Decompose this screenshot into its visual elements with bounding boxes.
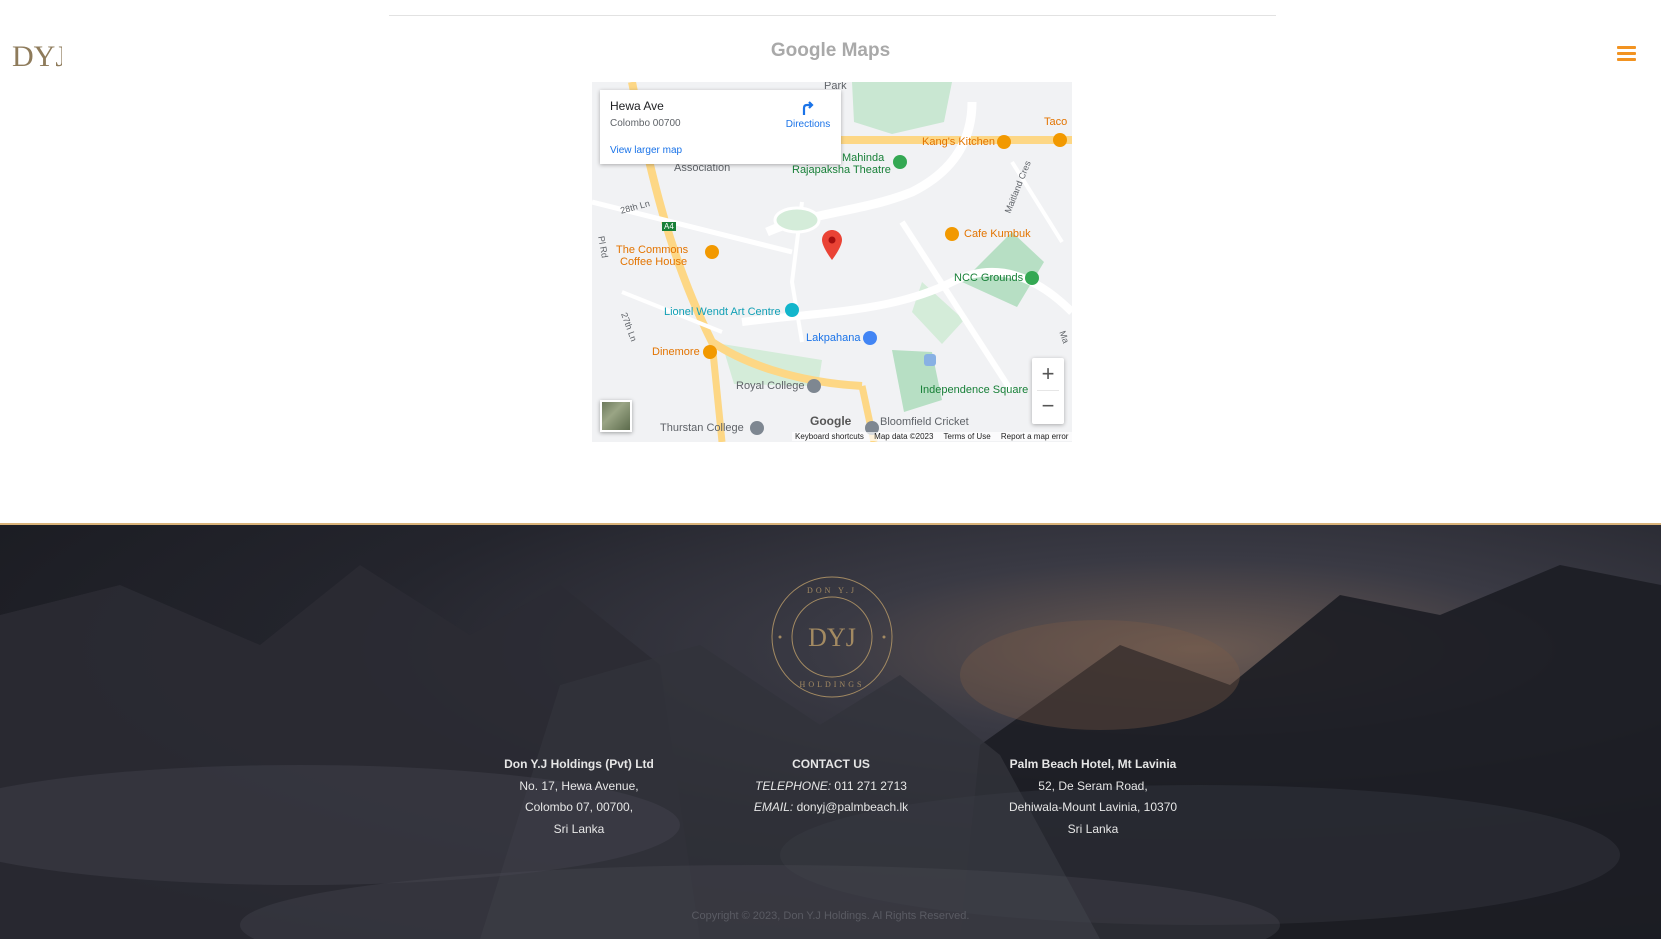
map-label-coffee-house: Coffee House [620, 256, 688, 268]
section-title: Google Maps [770, 40, 891, 61]
map-label-taco: Taco [1044, 116, 1068, 128]
company-name: Don Y.J Holdings (Pvt) Ltd [504, 757, 654, 771]
google-map[interactable]: Park Kang's Kitchen Taco Mahinda Rajapak… [592, 82, 1072, 442]
place-name: Hewa Ave [610, 99, 664, 113]
directions-icon [802, 101, 814, 115]
map-label-cafe-kumbuk: Cafe Kumbuk [964, 228, 1031, 240]
telephone-link[interactable]: 011 271 2713 [834, 779, 907, 793]
hotel-address-line3: Sri Lanka [1067, 821, 1119, 836]
hotel-name: Palm Beach Hotel, Mt Lavinia [1009, 757, 1177, 771]
zoom-in-button[interactable]: + [1032, 358, 1064, 390]
telephone-label: TELEPHONE: [755, 778, 832, 793]
emblem-top-text: DON Y.J [807, 586, 857, 595]
company-address-line3: Sri Lanka [553, 821, 605, 836]
place-info-card: Hewa Ave Colombo 00700 View larger map D… [600, 90, 841, 164]
map-data-text: Map data ©2023 [874, 432, 934, 441]
top-divider [389, 15, 1276, 16]
map-label-dinemore: Dinemore [652, 346, 700, 358]
contact-column: CONTACT US TELEPHONE: 011 271 2713 EMAIL… [691, 754, 971, 819]
company-address-line1: No. 17, Hewa Avenue, [519, 778, 639, 793]
map-label-a4: A4 [662, 222, 676, 231]
hotel-address-line2: Dehiwala-Mount Lavinia, 10370 [1008, 800, 1178, 814]
email-label: EMAIL: [753, 800, 794, 814]
directions-button[interactable]: Directions [783, 100, 833, 130]
map-label-lakpahana: Lakpahana [806, 332, 861, 344]
map-label-commons: The Commons [616, 244, 689, 256]
company-address-column: Don Y.J Holdings (Pvt) Ltd No. 17, Hewa … [439, 754, 719, 840]
terms-link[interactable]: Terms of Use [944, 432, 991, 441]
contact-heading: CONTACT US [792, 757, 870, 771]
view-larger-map-link[interactable]: View larger map [610, 145, 682, 156]
email-link[interactable]: donyj@palmbeach.lk [797, 800, 909, 814]
company-address-line2: Colombo 07, 00700, [524, 800, 634, 814]
place-address: Colombo 00700 [610, 118, 681, 129]
report-error-link[interactable]: Report a map error [1001, 432, 1069, 441]
map-label-independence-square: Independence Square [920, 384, 1029, 396]
map-attribution: Keyboard shortcuts Map data ©2023 Terms … [792, 432, 1072, 441]
keyboard-shortcuts-link[interactable]: Keyboard shortcuts [795, 432, 864, 441]
map-label-thurstan-college: Thurstan College [660, 422, 744, 434]
map-label-lionel-wendt: Lionel Wendt Art Centre [664, 306, 781, 318]
hotel-address-column: Palm Beach Hotel, Mt Lavinia 52, De Sera… [953, 754, 1233, 840]
satellite-layer-button[interactable] [600, 400, 632, 432]
directions-label: Directions [785, 119, 831, 130]
map-label-ncc-grounds: NCC Grounds [954, 272, 1024, 284]
emblem-center-text: DYJ [808, 623, 856, 652]
map-label-mahinda: Mahinda [842, 152, 885, 164]
map-label-royal-college: Royal College [736, 380, 805, 392]
copyright-text: Copyright © 2023, Don Y.J Holdings. Al R… [691, 910, 970, 922]
site-footer: DON Y.J DYJ HOLDINGS Don Y.J Holdings (P… [0, 523, 1661, 939]
emblem-bottom-text: HOLDINGS [800, 680, 865, 689]
holdings-emblem: DON Y.J DYJ HOLDINGS [771, 576, 893, 698]
hotel-address-line1: 52, De Seram Road, [1038, 778, 1148, 793]
map-label-rajapaksha: Rajapaksha Theatre [792, 164, 891, 176]
zoom-controls: + − [1032, 358, 1064, 424]
zoom-out-button[interactable]: − [1032, 390, 1064, 422]
map-label-kangs-kitchen: Kang's Kitchen [922, 136, 996, 148]
map-pin-icon[interactable] [822, 230, 842, 260]
google-wordmark: Google [810, 414, 852, 428]
map-label-bloomfield: Bloomfield Cricket [880, 416, 969, 428]
